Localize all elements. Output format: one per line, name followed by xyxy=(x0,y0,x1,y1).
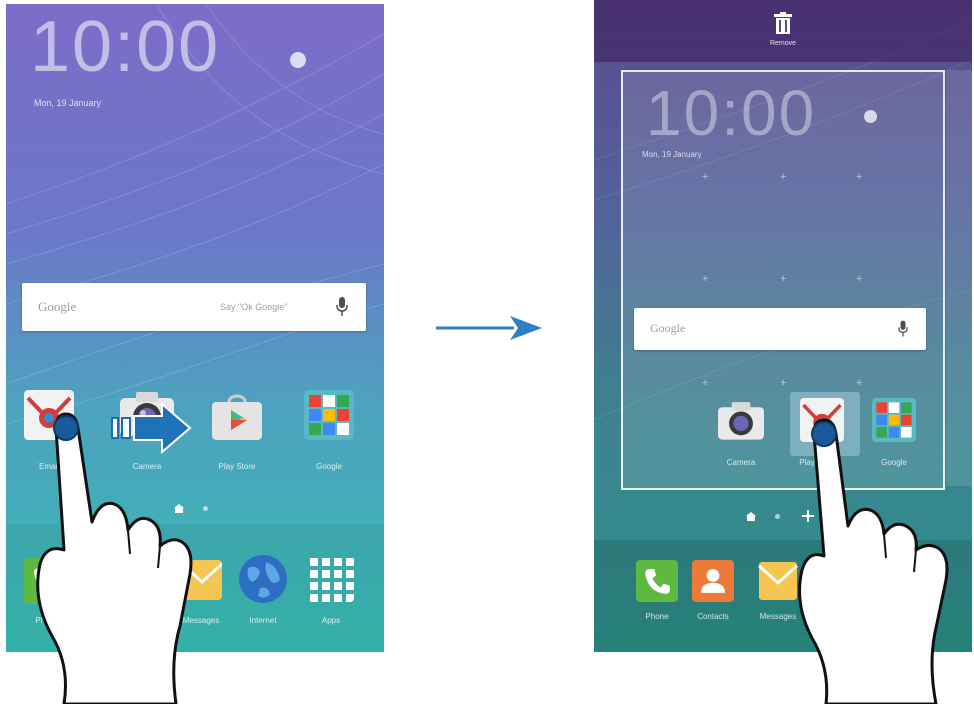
google-search-bar[interactable]: Google xyxy=(634,308,926,350)
clock: 10:00 xyxy=(30,7,221,87)
home-page-indicator-icon[interactable] xyxy=(746,512,756,521)
app-label-google: Google xyxy=(316,462,342,471)
microphone-icon[interactable] xyxy=(898,320,908,338)
drag-hand-icon xyxy=(798,418,949,704)
google-logo: Google xyxy=(38,299,77,314)
weather-icon xyxy=(290,52,306,68)
add-marker-icon: + xyxy=(780,171,787,183)
app-label-camera: Camera xyxy=(726,458,756,467)
touch-and-hold-hand-icon xyxy=(36,412,193,704)
apps-grid-icon[interactable] xyxy=(308,556,354,602)
dock-label-contacts: Contacts xyxy=(697,612,729,621)
weather-icon xyxy=(864,110,877,123)
add-marker-icon: + xyxy=(702,377,709,389)
remove-label: Remove xyxy=(769,40,797,47)
add-marker-icon: + xyxy=(780,273,787,285)
add-marker-icon: + xyxy=(856,377,863,389)
messages-icon[interactable] xyxy=(758,562,798,600)
phone-icon[interactable] xyxy=(636,560,678,602)
google-search-bar[interactable]: Google Say "Ok Google" xyxy=(22,283,366,331)
camera-icon[interactable] xyxy=(718,400,764,440)
dock-label-apps: Apps xyxy=(321,616,341,625)
remove-trash-icon[interactable] xyxy=(774,12,792,34)
contacts-icon[interactable] xyxy=(692,560,734,602)
google-logo: Google xyxy=(650,321,686,335)
google-folder-icon[interactable] xyxy=(304,390,354,440)
add-marker-icon: + xyxy=(702,273,709,285)
date-label: Mon, 19 January xyxy=(34,98,102,108)
add-marker-icon: + xyxy=(780,377,787,389)
transition-arrow-icon xyxy=(436,316,542,340)
microphone-icon[interactable] xyxy=(336,297,348,317)
clock: 10:00 xyxy=(646,77,817,149)
add-marker-icon: + xyxy=(702,171,709,183)
add-marker-icon: + xyxy=(856,273,863,285)
page-indicator-dot[interactable] xyxy=(775,514,780,519)
date-label: Mon, 19 January xyxy=(642,150,702,159)
add-marker-icon: + xyxy=(856,171,863,183)
voice-hint: Say "Ok Google" xyxy=(220,302,288,312)
